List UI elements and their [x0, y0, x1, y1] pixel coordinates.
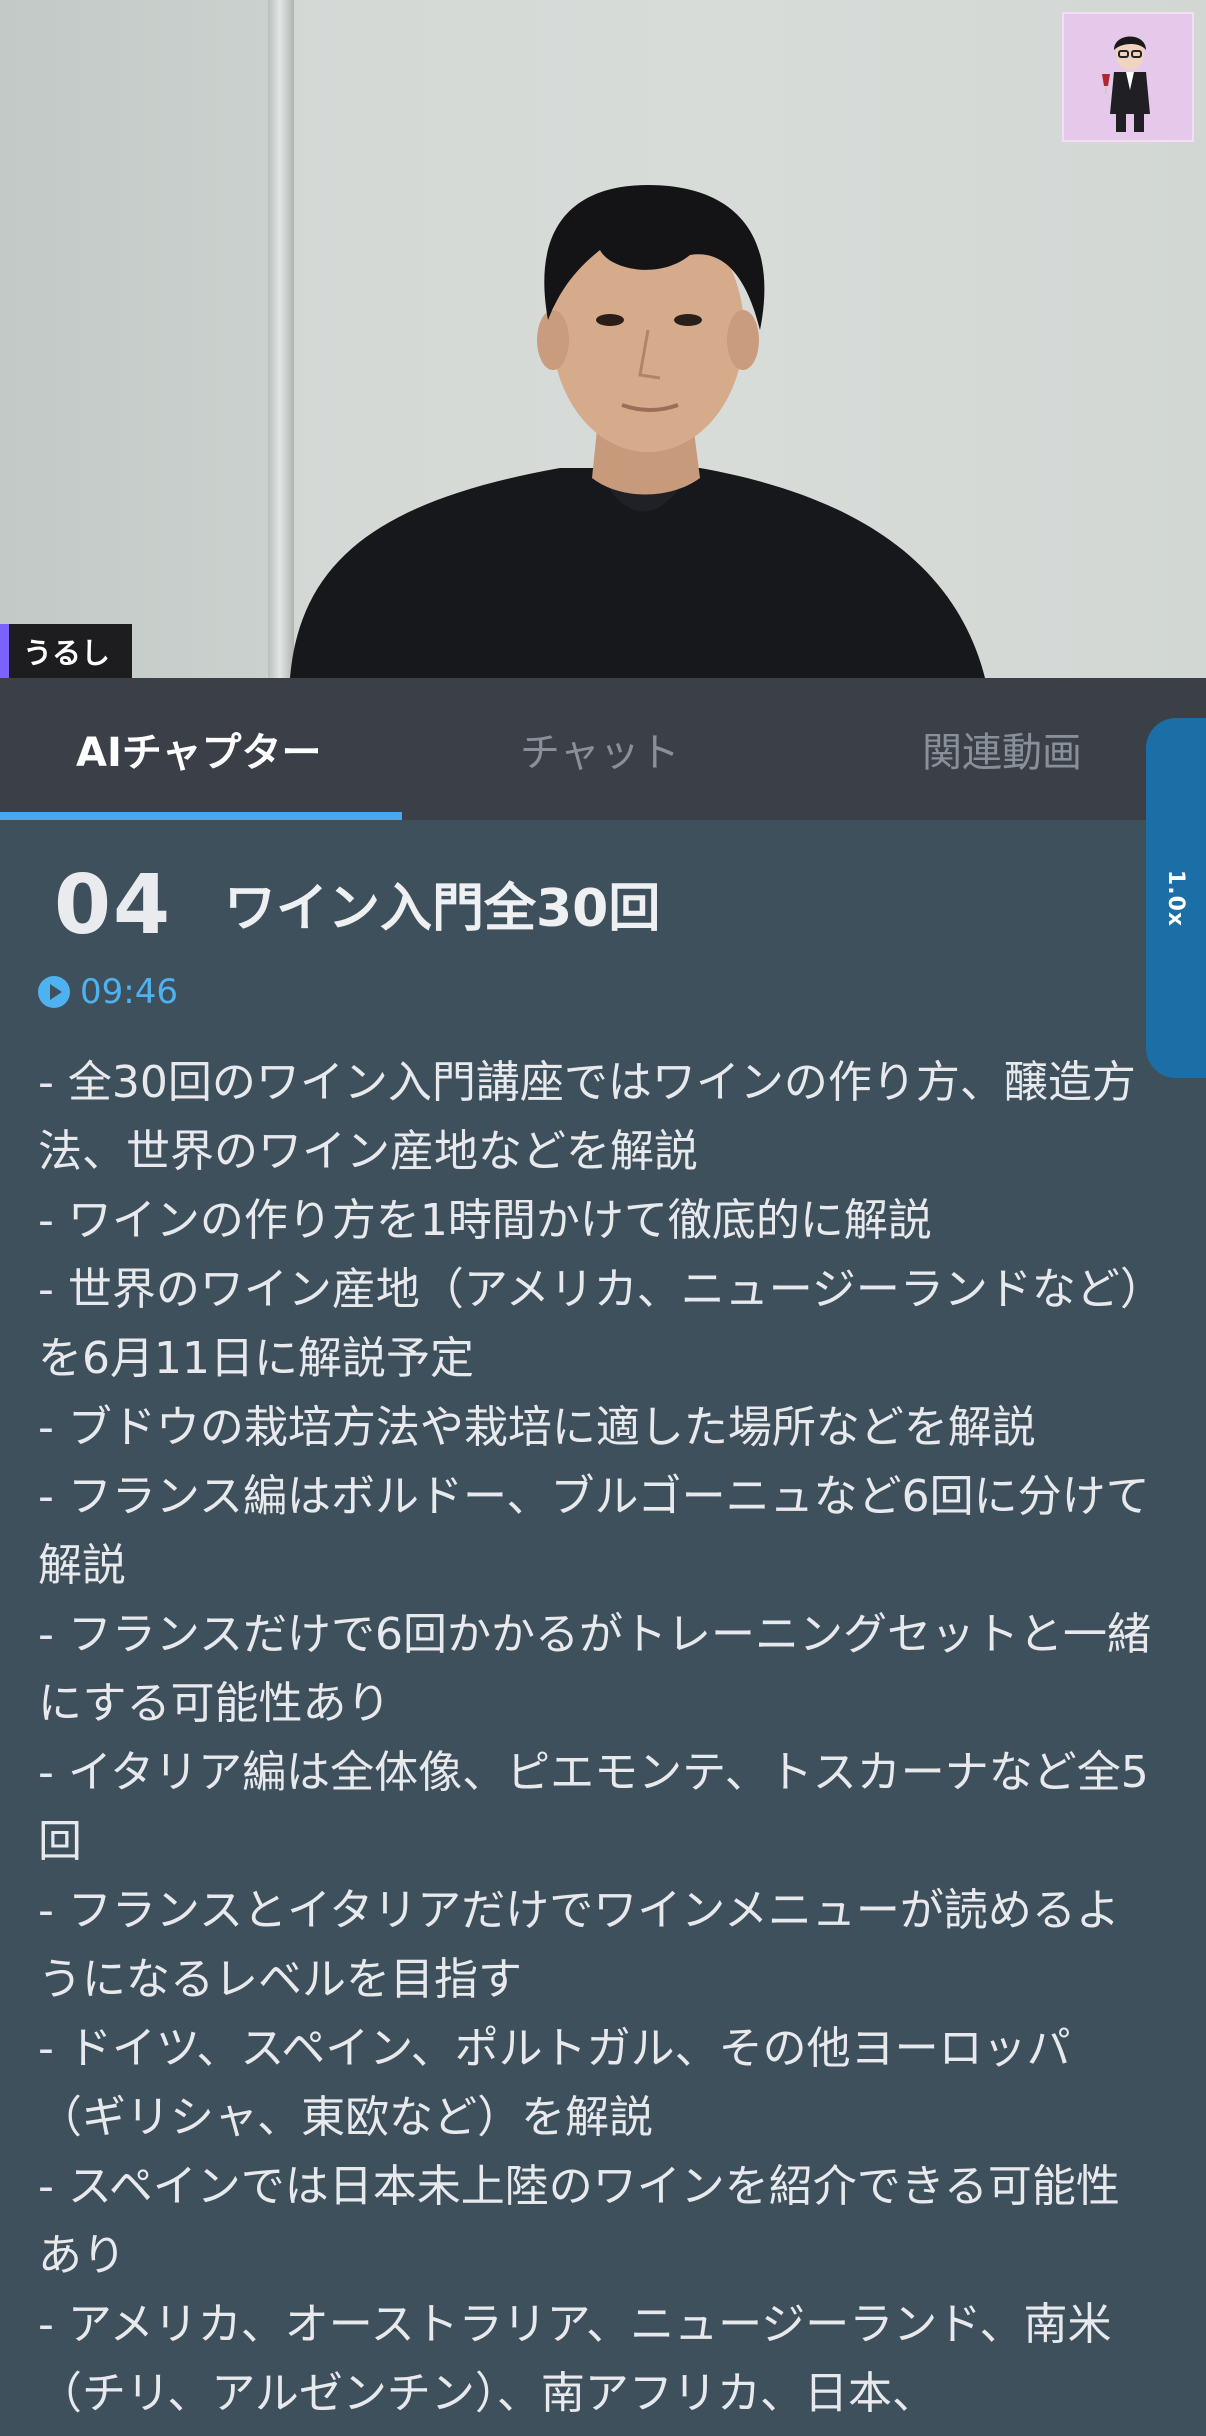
- tab-related-videos[interactable]: 関連動画: [922, 678, 1082, 820]
- chapter-number: 04: [54, 858, 173, 953]
- summary-line: - ブドウの栽培方法や栽培に適した場所などを解説: [38, 1402, 1036, 1453]
- summary-line: - フランス編はボルドー、ブルゴーニュなど6回に分けて解説: [38, 1471, 1150, 1591]
- chapter-summary: - 全30回のワイン入門講座ではワインの作り方、醸造方法、世界のワイン産地などを…: [38, 1048, 1158, 2428]
- speaker-name-tag: うるし: [0, 624, 133, 678]
- summary-line: - 全30回のワイン入門講座ではワインの作り方、醸造方法、世界のワイン産地などを…: [38, 1057, 1136, 1177]
- chapter-title: ワイン入門全30回: [224, 879, 661, 939]
- playback-speed-button[interactable]: 1.0x: [1146, 718, 1206, 1078]
- playback-speed-label: 1.0x: [1163, 869, 1189, 927]
- active-tab-indicator: [0, 812, 402, 820]
- summary-line: - 世界のワイン産地（アメリカ、ニュージーランドなど）を6月11日に解説予定: [38, 1264, 1142, 1384]
- summary-line: - フランスだけで6回かかるがトレーニングセットと一緒にする可能性あり: [38, 1609, 1151, 1729]
- summary-line: - フランスとイタリアだけでワインメニューが読めるようになるレベルを目指す: [38, 1885, 1120, 2005]
- speaker-name: うるし: [23, 636, 111, 670]
- chapter-timestamp: 09:46: [80, 972, 178, 1012]
- tab-bar: AIチャプター チャット 関連動画: [0, 678, 1206, 820]
- summary-line: - イタリア編は全体像、ピエモンテ、トスカーナなど全5回: [38, 1747, 1149, 1867]
- summary-line: - スペインでは日本未上陸のワインを紹介できる可能性あり: [38, 2161, 1120, 2281]
- speaker-tag-accent: [0, 624, 9, 678]
- tab-ai-chapter[interactable]: AIチャプター: [76, 678, 321, 820]
- chapter-timestamp-link[interactable]: 09:46: [38, 972, 178, 1012]
- play-circle-icon: [38, 976, 70, 1008]
- summary-line: - ドイツ、スペイン、ポルトガル、その他ヨーロッパ（ギリシャ、東欧など）を解説: [38, 2023, 1071, 2143]
- summary-line: - アメリカ、オーストラリア、ニュージーランド、南米（チリ、アルゼンチン）、南ア…: [38, 2299, 1112, 2419]
- summary-line: - ワインの作り方を1時間かけて徹底的に解説: [38, 1195, 932, 1246]
- host-avatar-thumbnail[interactable]: [1062, 12, 1194, 142]
- tab-chat[interactable]: チャット: [520, 678, 680, 820]
- video-player[interactable]: うるし: [0, 0, 1206, 678]
- avatar-illustration-icon: [1102, 36, 1150, 132]
- speaker-video-image: [290, 185, 985, 678]
